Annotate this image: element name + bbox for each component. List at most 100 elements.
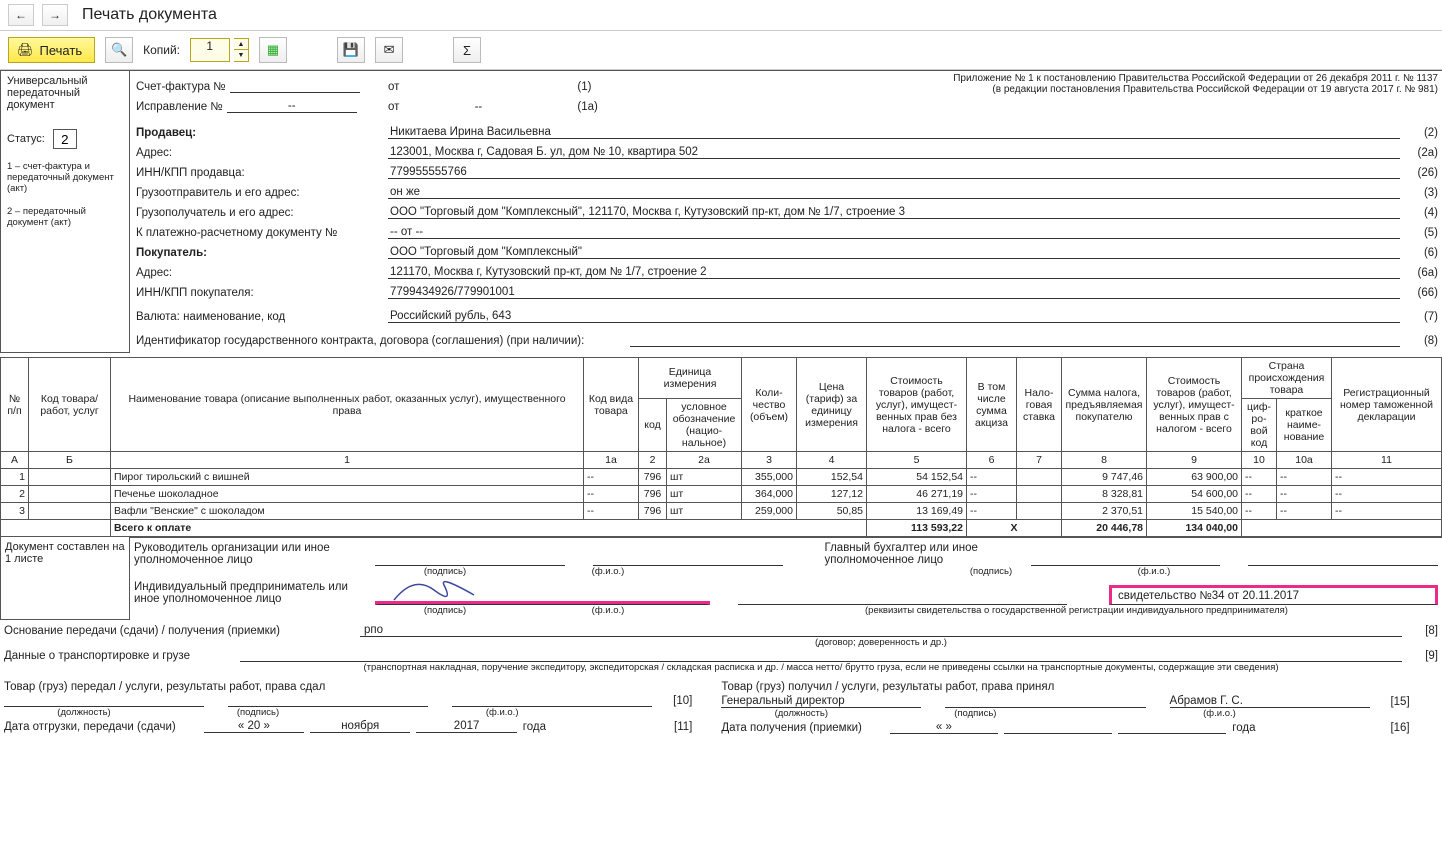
- th-cost-tax: Стоимость товаров (работ, услуг), имущес…: [1147, 358, 1242, 452]
- contract-id-label: Идентификатор государственного контракта…: [136, 335, 626, 347]
- consignee-label: Грузополучатель и его адрес:: [136, 207, 384, 219]
- th-code: Код товара/ работ, услуг: [29, 358, 111, 452]
- email-button[interactable]: ✉: [375, 37, 403, 63]
- hrow-7: 7: [1017, 452, 1062, 469]
- transfer-left-title: Товар (груз) передал / услуги, результат…: [4, 681, 692, 693]
- th-excise: В том числе сумма акциза: [967, 358, 1017, 452]
- right-fio-sub: (ф.и.о.): [1069, 708, 1369, 719]
- total-notax: 113 593,22: [867, 520, 967, 537]
- document-preview: Универсальный передаточный документ Стат…: [0, 69, 1442, 736]
- ship-month: ноября: [310, 720, 410, 733]
- print-button[interactable]: 🖨 Печать: [8, 37, 95, 63]
- invoice-number-field: [230, 92, 360, 93]
- right-fio: Абрамов Г. С.: [1170, 695, 1370, 708]
- transport-ref: [9]: [1408, 650, 1438, 662]
- right-podpis-sub: (подпись): [905, 708, 1045, 719]
- left-dolzh-sub: (должность): [4, 707, 164, 718]
- transfer-right-title: Товар (груз) получил / услуги, результат…: [721, 681, 1409, 693]
- signature-icon: [384, 570, 494, 610]
- appendix-line2: (в редакции постановления Правительства …: [953, 84, 1438, 95]
- utd-sidebox: Универсальный передаточный документ Стат…: [0, 70, 130, 353]
- left-podpis-sub: (подпись): [188, 707, 328, 718]
- printer-icon: 🖨: [17, 42, 34, 58]
- table-row: 1Пирог тирольский с вишней--796шт355,000…: [1, 469, 1442, 486]
- recv-goda: года: [1232, 722, 1255, 734]
- ref-26: (26): [1404, 167, 1438, 179]
- preview-button[interactable]: 🔍: [105, 37, 133, 63]
- copies-input[interactable]: 1: [190, 38, 230, 62]
- recv-date-label: Дата получения (приемки): [721, 722, 862, 734]
- sum-button[interactable]: Σ: [453, 37, 481, 63]
- th-taxrate: Нало­говая ставка: [1017, 358, 1062, 452]
- items-table: № п/п Код товара/ работ, услуг Наименова…: [0, 357, 1442, 537]
- th-name: Наименование товара (описание выполненны…: [111, 358, 584, 452]
- signature-highlight-1: [375, 601, 710, 605]
- ship-goda: года: [523, 721, 546, 733]
- contract-id-value: [630, 346, 1400, 347]
- hrow-2: 2: [639, 452, 667, 469]
- hrow-b: Б: [29, 452, 111, 469]
- correction-ot: от: [388, 101, 399, 113]
- doc-made-l1: Документ составлен на: [5, 541, 125, 553]
- spinner-up-icon[interactable]: ▲: [234, 39, 248, 50]
- copies-label: Копий:: [143, 43, 180, 57]
- window-title: Печать документа: [82, 6, 217, 24]
- status-label: Статус:: [7, 133, 45, 145]
- buyer-label: Покупатель:: [136, 247, 207, 259]
- edit-template-button[interactable]: ▦: [259, 37, 287, 63]
- seller-value: Никитаева Ирина Васильевна: [388, 126, 1400, 139]
- hrow-9: 9: [1147, 452, 1242, 469]
- table-row: 3Вафли "Венские" с шоколадом--796шт259,0…: [1, 503, 1442, 520]
- invoice-ot: от: [388, 81, 399, 93]
- basis-value: рпо: [360, 624, 1402, 637]
- print-button-label: Печать: [40, 43, 83, 58]
- ref-7: (7): [1404, 311, 1438, 323]
- table-row: 2Печенье шоколадное--796шт364,000127,124…: [1, 486, 1442, 503]
- hrow-6: 6: [967, 452, 1017, 469]
- recv-ref: [16]: [1376, 722, 1410, 734]
- th-kind: Код вида товара: [584, 358, 639, 452]
- hrow-3: 3: [742, 452, 797, 469]
- copies-spinner[interactable]: ▲ ▼: [234, 38, 249, 62]
- ref-6: (6): [1404, 247, 1438, 259]
- recv-day: « »: [890, 721, 998, 734]
- sig-acc-label: Главный бухгалтер или иное уполномоченно…: [825, 542, 1025, 566]
- ship-date-label: Дата отгрузки, передачи (сдачи): [4, 721, 176, 733]
- ref-5: (5): [1404, 227, 1438, 239]
- copies-stepper[interactable]: 1 ▲ ▼: [190, 38, 249, 62]
- form-header: Приложение № 1 к постановлению Правитель…: [130, 70, 1442, 353]
- th-unit: Единица измерения: [639, 358, 742, 399]
- ref-66: (66): [1404, 287, 1438, 299]
- sidebox-line1: Универсальный: [7, 75, 123, 87]
- sub-rekv: (реквизиты свидетельства о государственн…: [715, 605, 1438, 616]
- status-note-1: 1 – счет-фактура и передаточный документ…: [7, 161, 123, 194]
- ref-2a: (2а): [1404, 147, 1438, 159]
- forward-button[interactable]: →: [42, 4, 68, 26]
- recv-year: [1118, 733, 1226, 734]
- seller-address-value: 123001, Москва г, Садовая Б. ул, дом № 1…: [388, 146, 1400, 159]
- back-button[interactable]: ←: [8, 4, 34, 26]
- hrow-8: 8: [1062, 452, 1147, 469]
- th-tax: Сумма налога, предъявля­емая покупателю: [1062, 358, 1147, 452]
- sub-fio-3: (ф.и.о.): [543, 605, 673, 616]
- sidebox-line3: документ: [7, 99, 123, 111]
- basis-label: Основание передачи (сдачи) / получения (…: [4, 625, 354, 637]
- correction-label: Исправление №: [136, 101, 223, 113]
- total-label: Всего к оплате: [111, 520, 867, 537]
- save-button[interactable]: 💾: [337, 37, 365, 63]
- th-npp: № п/п: [1, 358, 29, 452]
- transfer-left: Товар (груз) передал / услуги, результат…: [4, 681, 692, 733]
- paydoc-label: К платежно-расчетному документу №: [136, 227, 384, 239]
- sub-fio-1: (ф.и.о.): [543, 566, 673, 577]
- right-ref: [15]: [1376, 696, 1410, 708]
- hrow-5: 5: [867, 452, 967, 469]
- hrow-11: 11: [1332, 452, 1442, 469]
- ref-3: (3): [1404, 187, 1438, 199]
- recv-month: [1004, 733, 1112, 734]
- spinner-down-icon[interactable]: ▼: [234, 50, 248, 61]
- ship-day: « 20 »: [204, 720, 304, 733]
- th-country-name: краткое наиме­нование: [1277, 399, 1332, 452]
- status-input[interactable]: [53, 129, 77, 149]
- hrow-10: 10: [1242, 452, 1277, 469]
- sidebox-line2: передаточный: [7, 87, 123, 99]
